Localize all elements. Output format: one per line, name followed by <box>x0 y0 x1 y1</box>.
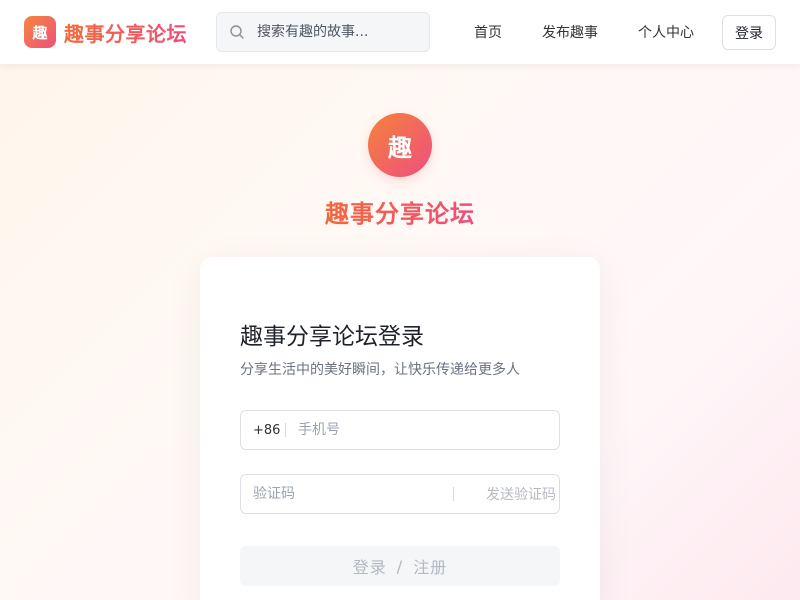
submit-login-label: 登录 <box>352 558 387 577</box>
code-field[interactable]: 发送验证码 <box>240 474 560 514</box>
country-code[interactable]: +86 <box>253 423 285 438</box>
field-divider <box>285 423 286 437</box>
submit-register-label: 注册 <box>413 558 448 577</box>
brand[interactable]: 趣 趣事分享论坛 <box>24 16 187 48</box>
brand-logo: 趣 <box>24 16 56 48</box>
brand-name: 趣事分享论坛 <box>64 18 187 47</box>
nav-user-center[interactable]: 个人中心 <box>638 22 694 42</box>
search-input[interactable] <box>257 24 417 40</box>
hero-logo: 趣 <box>368 113 432 177</box>
nav-publish[interactable]: 发布趣事 <box>542 22 598 42</box>
send-code-button[interactable]: 发送验证码 <box>470 484 556 504</box>
search-box[interactable] <box>216 12 430 52</box>
login-card: 趣事分享论坛登录 分享生活中的美好瞬间，让快乐传递给更多人 +86 发送验证码 … <box>200 257 600 600</box>
header-login-button[interactable]: 登录 <box>722 15 776 50</box>
search-icon <box>230 25 244 39</box>
phone-input[interactable] <box>298 422 538 438</box>
login-subtitle: 分享生活中的美好瞬间，让快乐传递给更多人 <box>240 362 520 378</box>
hero-title: 趣事分享论坛 <box>0 194 800 229</box>
submit-separator: / <box>396 556 404 576</box>
login-register-button[interactable]: 登录 / 注册 <box>240 546 560 586</box>
top-navbar: 趣 趣事分享论坛 首页 发布趣事 个人中心 登录 <box>0 0 800 64</box>
nav-home[interactable]: 首页 <box>474 22 502 42</box>
login-title: 趣事分享论坛登录 <box>240 324 424 350</box>
field-divider <box>453 487 454 501</box>
verification-code-input[interactable] <box>253 486 453 502</box>
phone-field[interactable]: +86 <box>240 410 560 450</box>
